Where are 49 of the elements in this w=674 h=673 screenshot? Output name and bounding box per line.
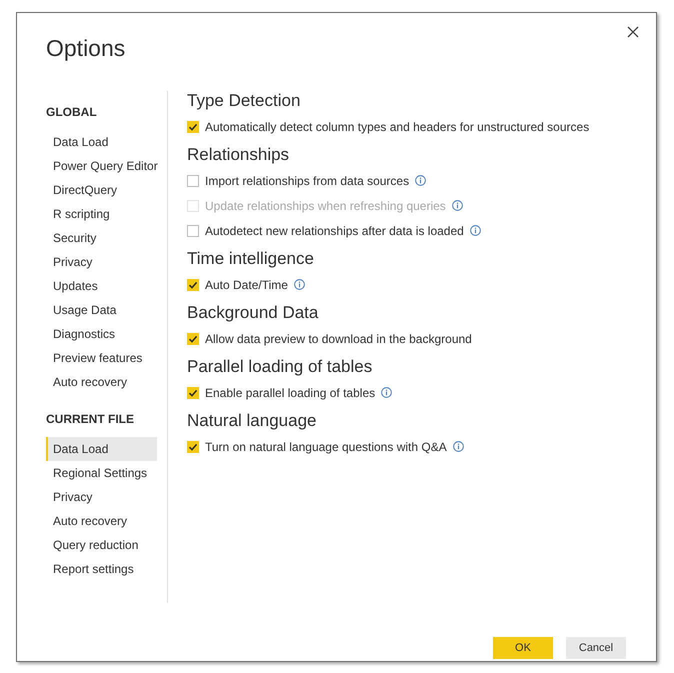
checkbox[interactable] [187, 120, 199, 132]
section-heading: Background Data [187, 302, 320, 324]
sidebar-item[interactable]: Data Load [46, 437, 157, 461]
sidebar-item[interactable]: R scripting [46, 202, 157, 226]
option-label: Enable parallel loading of tables [205, 384, 376, 402]
sidebar-item[interactable]: Updates [46, 274, 157, 298]
info-icon[interactable] [294, 279, 305, 290]
sidebar-item[interactable]: Regional Settings [46, 461, 157, 485]
info-icon[interactable] [381, 387, 392, 398]
checkbox[interactable] [187, 386, 199, 398]
sidebar-item[interactable]: Auto recovery [46, 370, 157, 394]
info-icon[interactable] [415, 175, 426, 186]
option-label: Turn on natural language questions with Q&A [205, 438, 447, 456]
checkbox[interactable] [187, 440, 199, 452]
section-heading: Parallel loading of tables [187, 356, 374, 378]
sidebar-item[interactable]: Privacy [46, 250, 157, 274]
sidebar-item[interactable]: Auto recovery [46, 509, 157, 533]
option-label: Allow data preview to download in the background [205, 330, 472, 348]
sidebar-item[interactable]: Usage Data [46, 298, 157, 322]
checkbox[interactable] [187, 174, 199, 186]
checkbox[interactable] [187, 278, 199, 290]
sidebar-item[interactable]: Report settings [46, 557, 157, 581]
checkbox[interactable] [187, 332, 199, 344]
cancel-button[interactable]: Cancel [566, 637, 626, 659]
sidebar-item[interactable]: DirectQuery [46, 178, 157, 202]
option-label: Import relationships from data sources [205, 172, 410, 190]
info-icon[interactable] [470, 225, 481, 236]
sidebar-item[interactable]: Power Query Editor [46, 154, 157, 178]
section-heading: Time intelligence [187, 248, 315, 270]
option-label: Auto Date/Time [205, 276, 288, 294]
sidebar-item[interactable]: Data Load [46, 130, 157, 154]
option-label: Autodetect new relationships after data is loaded [205, 222, 464, 240]
sidebar-item[interactable]: Diagnostics [46, 322, 157, 346]
section-heading: Type Detection [187, 90, 302, 112]
checkbox[interactable] [187, 224, 199, 236]
sidebar-item[interactable]: Query reduction [46, 533, 157, 557]
section-heading: Natural language [187, 410, 318, 432]
ok-button[interactable]: OK [493, 637, 553, 659]
section-heading: Relationships [187, 144, 290, 166]
option-label: Automatically detect column types and headers for unstructured sources [205, 118, 590, 136]
sidebar-heading: CURRENT FILE [46, 411, 135, 428]
close-icon [627, 26, 639, 38]
sidebar-item[interactable]: Preview features [46, 346, 157, 370]
dialog-title: Options [46, 34, 126, 63]
info-icon[interactable] [452, 441, 464, 452]
sidebar-item[interactable]: Security [46, 226, 157, 250]
sidebar-item[interactable]: Privacy [46, 485, 157, 509]
sidebar-heading: GLOBAL [46, 104, 98, 121]
option-label: Update relationships when refreshing queries [205, 198, 446, 214]
